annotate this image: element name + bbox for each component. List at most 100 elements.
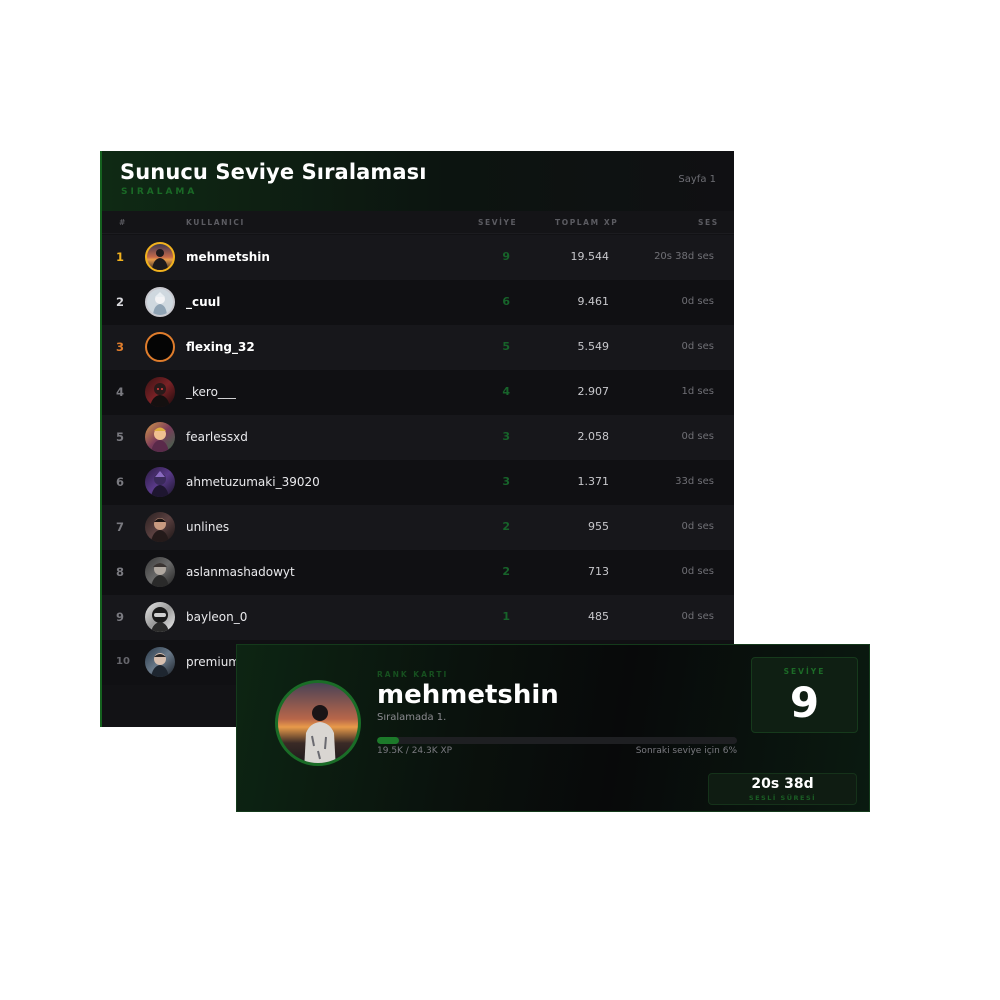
level-box-value: 9: [789, 678, 820, 727]
leaderboard-subtitle: SIRALAMA: [121, 187, 198, 197]
gold-accent: [100, 235, 102, 280]
leaderboard-panel: Sunucu Seviye Sıralaması SIRALAMA Sayfa …: [100, 151, 734, 727]
username[interactable]: unlines: [186, 520, 229, 534]
table-row[interactable]: 9 bayleon_0 1 485 0d ses: [102, 595, 734, 640]
username[interactable]: flexing_32: [186, 340, 255, 354]
avatar[interactable]: [145, 602, 175, 632]
level-value: 4: [502, 385, 510, 398]
col-voice: SES: [698, 218, 719, 227]
rank-number: 1: [116, 250, 125, 264]
voice-time: 0d ses: [681, 566, 714, 577]
avatar[interactable]: [145, 422, 175, 452]
level-value: 1: [502, 610, 510, 623]
rank-number: 4: [116, 385, 125, 399]
avatar[interactable]: [145, 287, 175, 317]
level-value: 2: [502, 520, 510, 533]
xp-progress-text: 19.5K / 24.3K XP: [377, 746, 453, 756]
purple-character-icon: [151, 471, 169, 497]
level-value: 3: [502, 475, 510, 488]
rank-number: 3: [116, 340, 125, 354]
dark-character-icon: [150, 383, 170, 407]
xp-value: 955: [588, 520, 609, 533]
person-silhouette-icon: [152, 249, 168, 270]
rank-number: 6: [116, 475, 125, 489]
username[interactable]: mehmetshin: [186, 250, 270, 264]
voice-time: 0d ses: [681, 611, 714, 622]
avatar[interactable]: [145, 242, 175, 272]
xp-value: 5.549: [577, 340, 610, 353]
voice-time: 20s 38d ses: [654, 251, 714, 262]
table-row[interactable]: 8 aslanmashadowyt 2 713 0d ses: [102, 550, 734, 595]
avatar[interactable]: [145, 512, 175, 542]
username[interactable]: bayleon_0: [186, 610, 247, 624]
avatar[interactable]: [145, 647, 175, 677]
level-box: SEVİYE 9: [751, 657, 858, 733]
level-value: 5: [502, 340, 510, 353]
bronze-accent: [100, 325, 102, 370]
leaderboard-title: Sunucu Seviye Sıralaması: [120, 160, 427, 184]
username[interactable]: ahmetuzumaki_39020: [186, 475, 320, 489]
anime-character-icon: [153, 292, 167, 315]
avatar[interactable]: [145, 557, 175, 587]
person-silhouette-icon: [304, 705, 336, 763]
rank-number: 10: [116, 656, 130, 667]
voice-time: 33d ses: [675, 476, 714, 487]
voice-time: 1d ses: [681, 386, 714, 397]
xp-value: 1.371: [577, 475, 610, 488]
card-tag: RANK KARTI: [377, 670, 449, 679]
voice-time-value: 20s 38d: [751, 776, 814, 792]
next-level-text: Sonraki seviye için 6%: [635, 746, 737, 756]
table-row[interactable]: 2 _cuul 6 9.461 0d ses: [102, 280, 734, 325]
rank-number: 5: [116, 430, 125, 444]
leaderboard-header: Sunucu Seviye Sıralaması SIRALAMA Sayfa …: [102, 151, 734, 211]
table-row[interactable]: 5 fearlessxd 3 2.058 0d ses: [102, 415, 734, 460]
profile-avatar[interactable]: [275, 680, 361, 766]
table-row[interactable]: 4 _kero___ 4 2.907 1d ses: [102, 370, 734, 415]
col-level: SEVİYE: [478, 218, 518, 227]
voice-time: 0d ses: [681, 431, 714, 442]
xp-value: 2.907: [577, 385, 610, 398]
level-value: 6: [502, 295, 510, 308]
rank-number: 7: [116, 520, 125, 534]
xp-value: 19.544: [570, 250, 610, 263]
rank-number: 2: [116, 295, 125, 309]
colorful-character-icon: [151, 427, 169, 452]
silver-accent: [100, 280, 102, 325]
username[interactable]: aslanmashadowyt: [186, 565, 295, 579]
voice-time: 0d ses: [681, 296, 714, 307]
xp-value: 2.058: [577, 430, 610, 443]
helmet-character-icon: [151, 607, 169, 632]
avatar[interactable]: [145, 377, 175, 407]
voice-time-box: 20s 38d SESLİ SÜRESİ: [708, 773, 857, 805]
level-box-label: SEVİYE: [783, 667, 826, 676]
table-row[interactable]: 1 mehmetshin 9 19.544 20s 38d ses: [102, 235, 734, 280]
rank-number: 9: [116, 610, 125, 624]
portrait-icon: [151, 518, 169, 542]
voice-time-label: SESLİ SÜRESİ: [748, 794, 817, 802]
page-indicator[interactable]: Sayfa 1: [678, 174, 716, 185]
table-row[interactable]: 6 ahmetuzumaki_39020 3 1.371 33d ses: [102, 460, 734, 505]
avatar[interactable]: [145, 467, 175, 497]
voice-time: 0d ses: [681, 341, 714, 352]
rank-number: 8: [116, 565, 125, 579]
col-user: KULLANICI: [186, 218, 245, 227]
xp-value: 485: [588, 610, 609, 623]
table-row[interactable]: 3 flexing_32 5 5.549 0d ses: [102, 325, 734, 370]
xp-value: 713: [588, 565, 609, 578]
xp-value: 9.461: [577, 295, 610, 308]
card-username: mehmetshin: [377, 680, 559, 710]
grayscale-character-icon: [151, 563, 169, 587]
voice-time: 0d ses: [681, 521, 714, 532]
level-value: 3: [502, 430, 510, 443]
username[interactable]: _cuul: [186, 295, 220, 309]
username[interactable]: fearlessxd: [186, 430, 248, 444]
leaderboard-rows: 1 mehmetshin 9 19.544 20s 38d ses 2 _cuu…: [102, 235, 734, 685]
column-headers: # KULLANICI SEVİYE TOPLAM XP SES: [102, 211, 734, 234]
level-value: 9: [502, 250, 510, 263]
level-value: 2: [502, 565, 510, 578]
xp-progress-bar: [377, 737, 737, 744]
avatar[interactable]: [145, 332, 175, 362]
username[interactable]: _kero___: [186, 385, 236, 399]
table-row[interactable]: 7 unlines 2 955 0d ses: [102, 505, 734, 550]
col-xp: TOPLAM XP: [555, 218, 619, 227]
